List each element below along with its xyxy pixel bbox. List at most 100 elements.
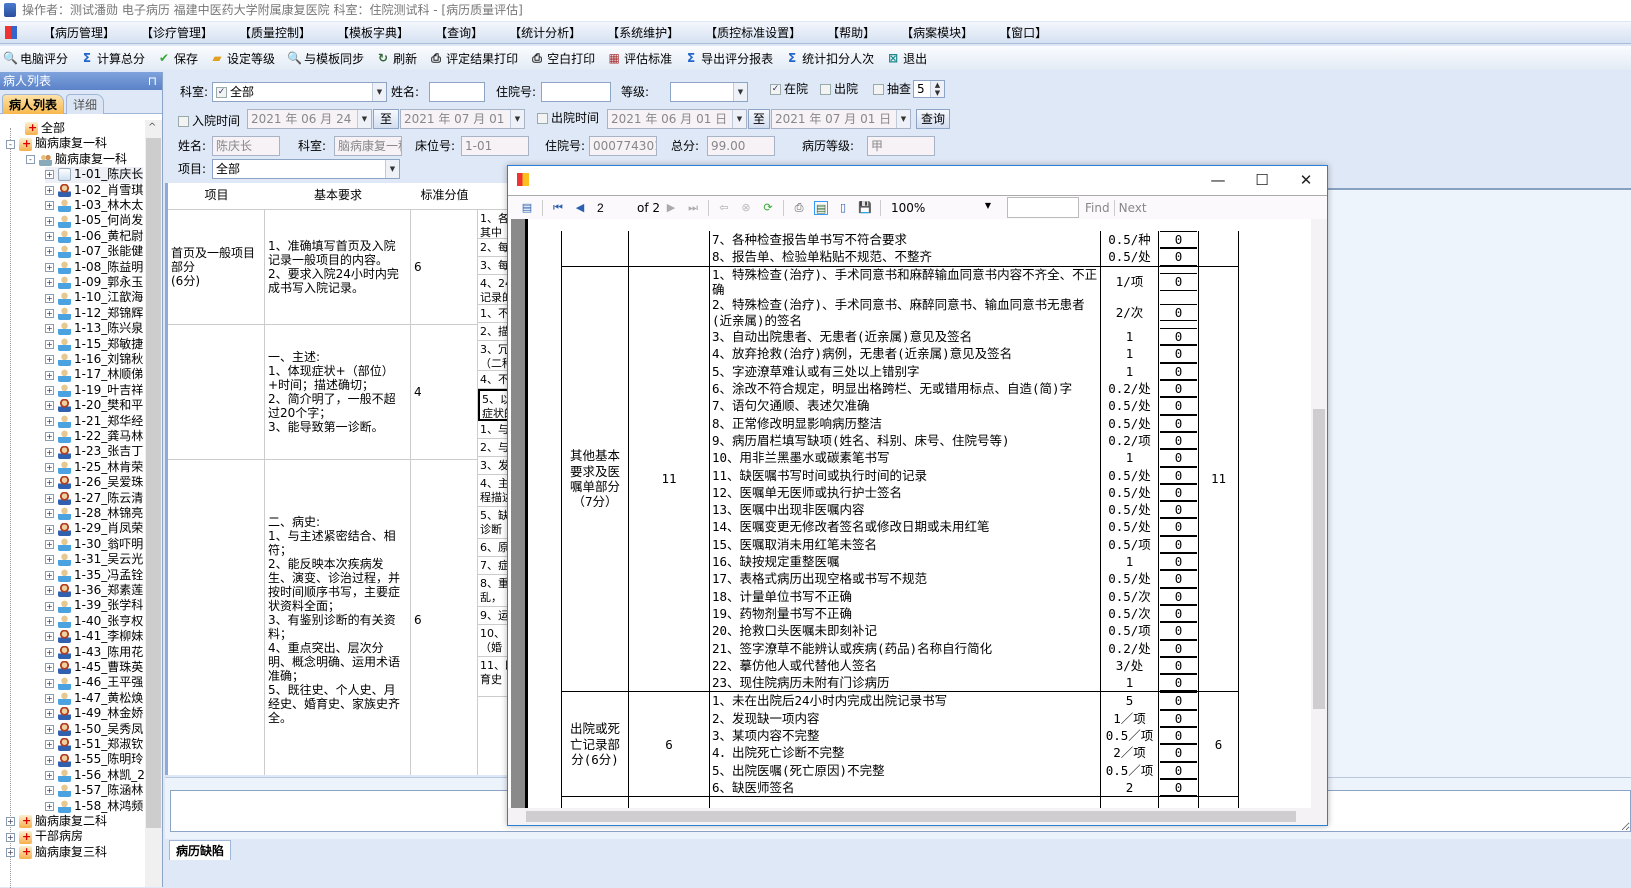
grid-sub-item[interactable]: 1、不 [478,305,510,323]
expand-icon[interactable]: + [45,678,54,688]
tree-node-patient[interactable]: +1-31_吴云光 [45,552,143,567]
expand-icon[interactable]: + [45,740,54,750]
toolbar-button[interactable]: ▰ 设定等级 [210,50,275,67]
checkbox-icon[interactable] [537,113,548,124]
tree-node-patient[interactable]: +1-19_叶吉祥 [45,383,143,398]
tree-node-patient[interactable]: +1-15_郑敏捷 [45,337,143,352]
deduction-cell[interactable]: 0 [1158,345,1199,363]
tree-node-patient[interactable]: +1-21_郑华经 [45,414,143,429]
menu-item[interactable]: 【统计分析】 [496,24,594,41]
grid-sub-item[interactable]: 2、与 [478,439,510,457]
tree-node-dept[interactable]: + 脑病康复二科 [6,813,107,829]
menu-item[interactable]: 【帮助】 [814,24,888,41]
print-icon[interactable]: ⎙ [792,201,806,215]
expand-icon[interactable]: + [45,293,54,303]
grid-sub-item[interactable]: 3、冗 （二种 [478,341,510,371]
deduction-cell[interactable]: 0 [1158,231,1199,249]
tree-node-patient[interactable]: +1-25_林肯荣 [45,460,143,475]
next-page-icon[interactable]: ▶ [664,201,678,215]
tree-node-patient[interactable]: +1-07_张能健 [45,244,143,259]
tree-node-patient[interactable]: +1-12_郑锦辉 [45,306,143,321]
deduction-cell[interactable]: 0 [1158,744,1199,762]
expand-icon[interactable]: + [45,601,54,611]
expand-icon[interactable]: + [45,478,54,488]
deduction-cell[interactable]: 0 [1158,622,1199,640]
expand-icon[interactable]: + [45,355,54,365]
expand-icon[interactable]: + [45,632,54,642]
deduction-cell[interactable]: 0 [1158,691,1199,710]
grid-sub-item[interactable]: 3、发 [478,457,510,475]
deduction-cell[interactable]: 0 [1158,362,1199,381]
toolbar-button[interactable]: ⊠ 退出 [886,50,927,67]
checkbox-icon[interactable] [873,84,884,95]
refresh-icon[interactable]: ⟳ [761,201,775,215]
tree-node-dept[interactable]: - 脑病康复一科 [6,136,107,151]
tree-node-patient[interactable]: +1-22_龚马林 [45,429,143,444]
document-map-icon[interactable]: ▤ [520,201,534,215]
chevron-down-icon[interactable]: ▼ [985,201,991,210]
tree-node-patient[interactable]: +1-47_黄松焕 [45,691,143,706]
zoom-select[interactable]: 100% ▼ [891,201,991,215]
deduction-cell[interactable]: 0 [1158,397,1199,415]
discharged-checkbox[interactable]: 出院 [820,80,858,98]
toolbar-button[interactable]: ↻ 刷新 [376,50,417,67]
grid-sub-item[interactable]: 5、缺 诊断 [478,507,510,539]
toolbar-button[interactable]: Σ 统计扣分人次 [785,50,874,67]
tree-node-patient[interactable]: +1-06_黄杞尉 [45,229,143,244]
expand-icon[interactable]: + [45,724,54,734]
grid-sub-item[interactable]: 4、24 记录的 [478,275,510,305]
expand-icon[interactable]: + [45,586,54,596]
discharge-to-date[interactable]: 2021 年 07 月 01 日 ▼ [771,109,911,129]
deduction-cell[interactable]: 0 [1158,380,1199,398]
spin-arrows-icon[interactable]: ▲ ▼ [930,81,944,97]
tree-node-all[interactable]: 全部 [12,120,65,136]
expand-icon[interactable]: + [45,755,54,765]
expand-icon[interactable]: + [45,278,54,288]
deduction-cell[interactable]: 0 [1158,674,1199,692]
tab-patient-list[interactable]: 病人列表 [2,94,65,114]
admission-from-date[interactable]: 2021 年 06 月 24 日 ▼ [247,109,372,129]
menu-item[interactable]: 【窗口】 [986,24,1060,41]
vertical-scrollbar[interactable] [1311,219,1327,808]
expand-icon[interactable]: + [45,416,54,426]
toolbar-button[interactable]: Σ 导出评分报表 [684,50,773,67]
deduction-cell[interactable]: 0 [1158,761,1199,779]
dept-select[interactable]: ✓ 全部 ▼ [212,82,387,102]
expand-icon[interactable]: + [45,447,54,457]
horizontal-scrollbar[interactable] [508,808,1327,825]
expand-icon[interactable]: + [45,693,54,703]
tree-node-patient[interactable]: +1-51_郑淑钦 [45,737,143,752]
expand-icon[interactable]: + [45,231,54,241]
tree-node-patient[interactable]: +1-08_陈益明 [45,260,143,275]
previous-page-icon[interactable]: ◀ [573,201,587,215]
tree-node-patient[interactable]: +1-30_翁吓明 [45,537,143,552]
page-number-input[interactable] [597,200,631,215]
deduction-cell[interactable]: 0 [1158,431,1199,450]
in-hospital-checkbox[interactable]: ✓ 在院 [770,80,808,98]
expand-icon[interactable]: + [6,817,15,827]
expand-icon[interactable]: + [45,616,54,626]
tree-node-patient[interactable]: +1-27_陈云清 [45,491,143,506]
menu-item[interactable]: 【查询】 [422,24,496,41]
expand-icon[interactable]: + [45,509,54,519]
scroll-thumb[interactable] [1313,409,1325,709]
collapse-icon[interactable]: - [6,139,15,149]
expand-icon[interactable]: + [45,170,54,180]
discharge-time-checkbox[interactable]: 出院时间 [537,109,599,127]
mdi-window-icon[interactable] [5,26,17,39]
expand-icon[interactable]: + [45,709,54,719]
sample-count-stepper[interactable]: 5 ▲ ▼ [913,80,945,98]
expand-icon[interactable]: + [45,770,54,780]
expand-icon[interactable]: + [45,385,54,395]
tree-node-patient[interactable]: +1-28_林锦亮 [45,506,143,521]
tree-node-patient[interactable]: +1-50_吴秀凤 [45,722,143,737]
grid-sub-item[interactable]: 9、运 [478,607,510,625]
expand-icon[interactable]: + [45,370,54,380]
maximize-button[interactable]: ☐ [1240,166,1284,194]
deduction-cell[interactable]: 0 [1158,778,1199,797]
admission-no-input[interactable] [541,82,611,102]
menu-item[interactable]: 【病案模块】 [888,24,986,41]
menu-item[interactable]: 【系统维护】 [594,24,692,41]
expand-icon[interactable]: + [45,308,54,318]
tree-node-patient[interactable]: +1-35_冯孟铨 [45,568,143,583]
